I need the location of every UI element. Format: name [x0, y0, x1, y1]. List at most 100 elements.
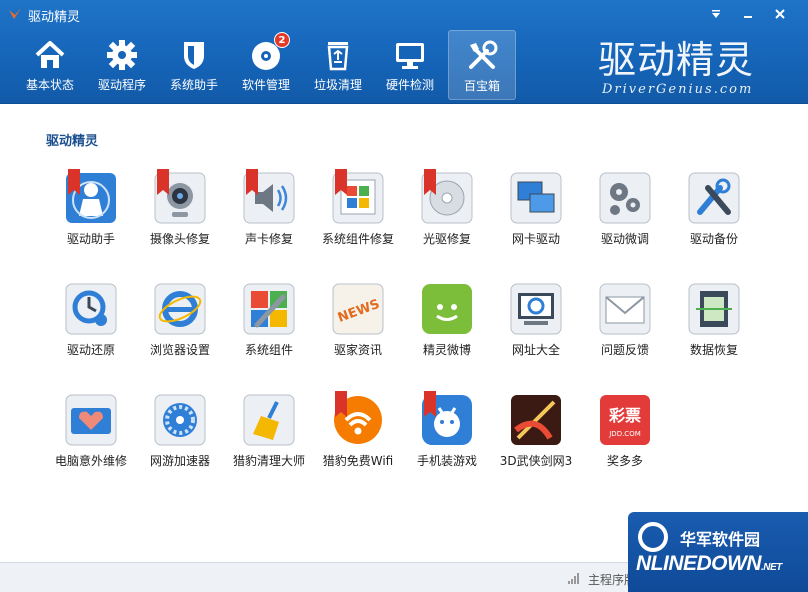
- news-icon: NEWS: [332, 283, 384, 335]
- monitor-icon: [396, 43, 424, 69]
- new-ribbon-icon: [157, 169, 169, 195]
- close-button[interactable]: [768, 4, 792, 24]
- tool-item[interactable]: 系统组件: [224, 279, 314, 369]
- window-title: 驱动精灵: [28, 10, 81, 25]
- new-ribbon-icon: [424, 391, 436, 417]
- tool-label: 3D武侠剑网3: [499, 454, 573, 468]
- restore-icon: [65, 283, 117, 335]
- icon-badge-text: 彩票: [608, 406, 641, 425]
- gear-icon: [107, 40, 137, 70]
- tool-label: 驱动助手: [66, 232, 115, 246]
- nav-software-manager[interactable]: 2 软件管理: [230, 30, 302, 100]
- nav-label: 驱动程序: [97, 78, 146, 92]
- watermark-en: NLINEDOWN.NET: [636, 552, 782, 575]
- browser-icon: [154, 283, 206, 335]
- nav-system-assistant[interactable]: 系统助手: [158, 30, 230, 100]
- watermark-cn: 华军软件园: [680, 530, 761, 549]
- tool-item[interactable]: 彩票 JDD.COM 奖多多: [580, 390, 670, 480]
- data-recovery-icon: [688, 283, 740, 335]
- tool-item[interactable]: 系统组件修复: [313, 168, 403, 258]
- nav-label: 基本状态: [25, 78, 74, 92]
- tool-label: 声卡修复: [244, 232, 293, 246]
- nav-label: 软件管理: [241, 78, 290, 92]
- envelope-icon: [599, 283, 651, 335]
- nav-junk-cleanup[interactable]: 垃圾清理: [302, 30, 374, 100]
- gears-icon: [599, 172, 651, 224]
- brand-name-cn: 驱动精灵: [598, 38, 755, 82]
- tool-item[interactable]: 摄像头修复: [135, 168, 225, 258]
- tool-label: 系统组件修复: [321, 232, 394, 246]
- tool-item[interactable]: 问题反馈: [580, 279, 670, 369]
- tool-label: 光驱修复: [422, 232, 471, 246]
- nav-label: 垃圾清理: [313, 78, 362, 92]
- accelerator-icon: [154, 394, 206, 446]
- web-directory-icon: [510, 283, 562, 335]
- minimize-icon: [744, 16, 752, 18]
- android-chat-icon: [422, 284, 472, 334]
- tool-item[interactable]: 3D武侠剑网3: [491, 390, 581, 480]
- tool-item[interactable]: 精灵微博: [402, 279, 492, 369]
- recycle-icon: [327, 42, 349, 71]
- tool-label: 网址大全: [511, 343, 560, 357]
- app-logo-icon: [9, 8, 21, 19]
- shield-icon: [184, 42, 204, 69]
- tool-item[interactable]: 驱动备份: [669, 168, 759, 258]
- tool-label: 猎豹免费Wifi: [322, 454, 394, 468]
- tool-label: 驱动微调: [600, 232, 649, 246]
- tool-item[interactable]: 网游加速器: [135, 390, 225, 480]
- brand-logo: 驱动精灵 DriverGenius.com: [592, 38, 772, 98]
- tool-item[interactable]: 网卡驱动: [491, 168, 581, 258]
- wrench-backup-icon: [688, 172, 740, 224]
- lottery-icon: 彩票 JDD.COM: [600, 395, 650, 445]
- tool-item[interactable]: 光驱修复: [402, 168, 492, 258]
- sword-game-icon: [511, 395, 561, 445]
- tool-item[interactable]: 猎豹免费Wifi: [313, 390, 403, 480]
- nav-label: 百宝箱: [463, 79, 500, 93]
- tool-item[interactable]: NEWS 驱家资讯: [313, 279, 403, 369]
- tool-item[interactable]: 数据恢复: [669, 279, 759, 369]
- tool-label: 手机装游戏: [416, 454, 477, 468]
- chevron-down-icon: [712, 10, 720, 18]
- tool-label: 精灵微博: [422, 343, 471, 357]
- home-icon: [35, 41, 65, 68]
- tool-label: 电脑意外维修: [54, 454, 127, 468]
- header: 驱动精灵 基本状态 驱动程序 系统助手 2 软件管理 垃圾清理 硬件检测 百宝箱…: [0, 0, 808, 104]
- tool-label: 浏览器设置: [149, 343, 210, 357]
- new-ribbon-icon: [335, 391, 347, 417]
- tool-label: 猎豹清理大师: [232, 454, 305, 468]
- tool-label: 系统组件: [244, 343, 293, 357]
- watermark: 华军软件园 NLINEDOWN.NET: [628, 512, 808, 592]
- tool-item[interactable]: 驱动微调: [580, 168, 670, 258]
- minimize-button[interactable]: [736, 4, 760, 24]
- tool-item[interactable]: 浏览器设置: [135, 279, 225, 369]
- tool-item[interactable]: 电脑意外维修: [46, 390, 136, 480]
- nav-hardware-check[interactable]: 硬件检测: [374, 30, 446, 100]
- tool-item[interactable]: 猎豹清理大师: [224, 390, 314, 480]
- tool-item[interactable]: 声卡修复: [224, 168, 314, 258]
- network-card-icon: [510, 172, 562, 224]
- tools-icon: [469, 40, 498, 69]
- system-components-icon: [243, 283, 295, 335]
- tool-label: 数据恢复: [689, 343, 738, 357]
- watermark-logo-icon: [638, 522, 668, 552]
- tool-item[interactable]: 手机装游戏: [402, 390, 492, 480]
- tool-item[interactable]: 驱动还原: [46, 279, 136, 369]
- tool-label: 问题反馈: [600, 343, 649, 357]
- tool-label: 网游加速器: [149, 454, 210, 468]
- menu-dropdown-button[interactable]: [704, 4, 728, 24]
- nav-basic-status[interactable]: 基本状态: [14, 30, 86, 100]
- tool-item[interactable]: 驱动助手: [46, 168, 136, 258]
- main-nav: 基本状态 驱动程序 系统助手 2 软件管理 垃圾清理 硬件检测 百宝箱: [14, 30, 516, 100]
- new-ribbon-icon: [335, 169, 347, 195]
- nav-label: 硬件检测: [385, 78, 434, 92]
- update-count-badge: 2: [274, 32, 290, 48]
- nav-drivers[interactable]: 驱动程序: [86, 30, 158, 100]
- new-ribbon-icon: [246, 169, 258, 195]
- tool-label: 驱动备份: [689, 232, 738, 246]
- tool-item[interactable]: 网址大全: [491, 279, 581, 369]
- section-title: 驱动精灵: [46, 134, 99, 149]
- nav-toolbox[interactable]: 百宝箱: [448, 30, 516, 100]
- close-icon: [775, 9, 785, 19]
- icon-sub-text: JDD.COM: [608, 430, 641, 438]
- tool-label: 奖多多: [606, 454, 643, 468]
